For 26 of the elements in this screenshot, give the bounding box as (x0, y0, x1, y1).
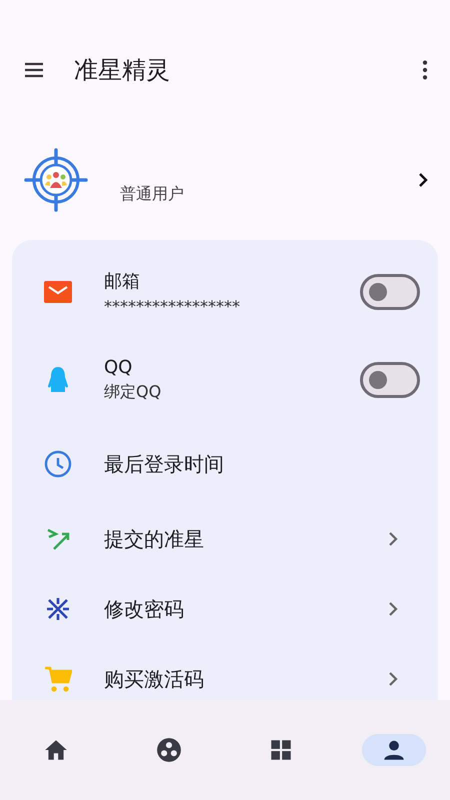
setting-subtitle: 绑定QQ (104, 382, 162, 403)
toggle-switch[interactable] (360, 274, 420, 310)
chevron-right-icon (388, 531, 398, 547)
setting-title: 邮箱 (104, 270, 141, 292)
user-row[interactable]: 普通用户 (0, 140, 450, 220)
nav-tab[interactable] (362, 734, 426, 766)
snowflake-icon (45, 596, 71, 622)
app-title: 准星精灵 (74, 55, 171, 86)
setting-subtitle: ***************** (104, 296, 241, 316)
toggle-switch[interactable] (360, 362, 420, 398)
setting-title: 提交的准星 (104, 526, 205, 552)
setting-title: QQ (104, 357, 134, 378)
penguin-icon (47, 366, 69, 394)
cart-icon (44, 665, 72, 693)
clock-icon (44, 450, 72, 478)
setting-title: 修改密码 (104, 596, 185, 622)
chevron-right-icon (388, 671, 398, 687)
setting-title: 最后登录时间 (104, 450, 225, 478)
circles-icon (156, 737, 182, 763)
user-role: 普通用户 (120, 184, 185, 204)
envelope-icon (44, 281, 72, 303)
crosshair-avatar-icon (24, 148, 88, 212)
chevron-right-icon (418, 172, 428, 188)
more-icon[interactable] (422, 59, 428, 81)
setting-title: 购买激活码 (104, 666, 205, 692)
chevron-right-icon (388, 601, 398, 617)
